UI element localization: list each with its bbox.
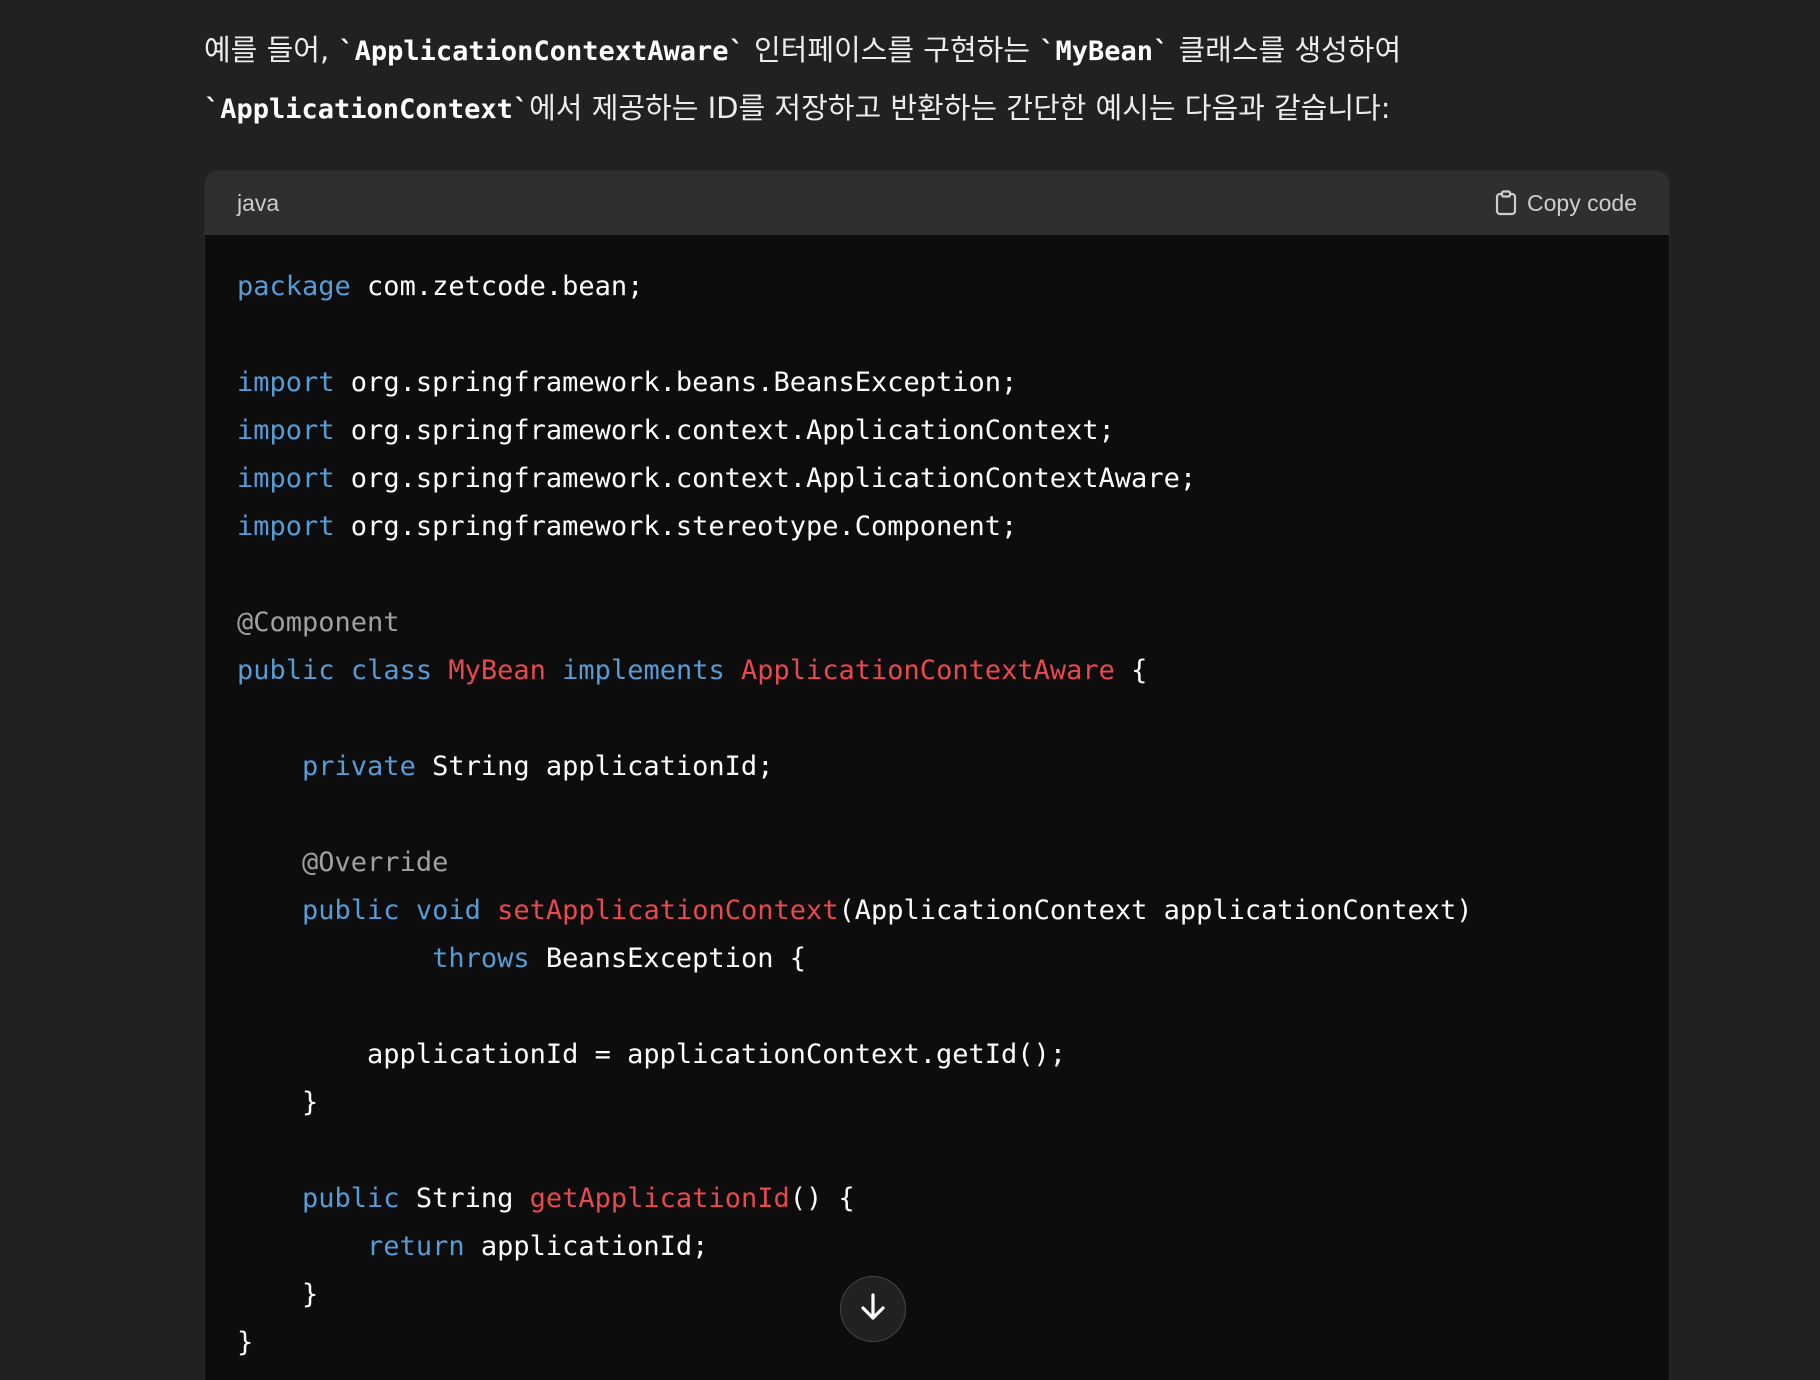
inline-code: `ApplicationContext`: [204, 94, 530, 125]
code-line: applicationId = applicationContext.getId…: [237, 1031, 1637, 1079]
code-identifier: getApplicationId: [529, 1183, 790, 1214]
code-line: return applicationId;: [237, 1223, 1637, 1271]
code-identifier: ApplicationContextAware: [741, 655, 1115, 686]
code-keyword: throws: [432, 943, 530, 974]
code-text: org.springframework.context.ApplicationC…: [334, 463, 1197, 494]
code-text: org.springframework.beans.BeansException…: [334, 367, 1018, 398]
code-line: }: [237, 1271, 1637, 1319]
code-text: }: [237, 1279, 319, 1310]
code-line: throws BeansException {: [237, 935, 1637, 983]
code-keyword: public: [237, 655, 335, 686]
code-keyword: package: [237, 271, 351, 302]
copy-code-button[interactable]: Copy code: [1495, 190, 1637, 217]
code-text: applicationId;: [464, 1231, 709, 1262]
code-block-header: java Copy code: [205, 171, 1669, 235]
code-content: package com.zetcode.bean; import org.spri…: [205, 235, 1669, 1367]
code-block: java Copy code package com.zetcode.bean;…: [204, 170, 1670, 1380]
code-line: }: [237, 1079, 1637, 1127]
scroll-to-bottom-button[interactable]: [840, 1276, 906, 1342]
clipboard-icon: [1495, 190, 1517, 216]
code-keyword: implements: [562, 655, 725, 686]
code-line: @Override: [237, 839, 1637, 887]
message-text: 인터페이스를 구현하는: [744, 33, 1040, 67]
code-keyword: import: [237, 415, 335, 446]
code-text: com.zetcode.bean;: [350, 271, 644, 302]
code-text: String: [399, 1183, 530, 1214]
message-line-2: `ApplicationContext`에서 제공하는 ID를 저장하고 반환하…: [204, 80, 1664, 138]
code-text: applicationId = applicationContext.getId…: [237, 1039, 1067, 1070]
code-keyword: import: [237, 367, 335, 398]
code-keyword: class: [350, 655, 433, 686]
code-identifier: MyBean: [448, 655, 546, 686]
code-line: public void setApplicationContext(Applic…: [237, 887, 1637, 935]
code-line: import org.springframework.beans.BeansEx…: [237, 359, 1637, 407]
code-text: org.springframework.context.ApplicationC…: [334, 415, 1115, 446]
code-line: import org.springframework.context.Appli…: [237, 407, 1637, 455]
message-text: 에서 제공하는 ID를 저장하고 반환하는 간단한 예시는 다음과 같습니다:: [529, 91, 1391, 125]
code-text: (ApplicationContext applicationContext): [838, 895, 1473, 926]
code-text: {: [1114, 655, 1148, 686]
code-annotation: @Component: [237, 607, 400, 638]
code-text: }: [237, 1327, 254, 1358]
inline-code: `ApplicationContextAware`: [338, 36, 745, 67]
message-line-1: 예를 들어, `ApplicationContextAware` 인터페이스를 …: [204, 22, 1664, 80]
arrow-down-icon: [859, 1292, 887, 1327]
code-keyword: void: [415, 895, 481, 926]
code-text: () {: [789, 1183, 855, 1214]
code-text: org.springframework.stereotype.Component…: [334, 511, 1018, 542]
code-line: @Component: [237, 599, 1637, 647]
code-keyword: import: [237, 511, 335, 542]
code-line: package com.zetcode.bean;: [237, 263, 1637, 311]
code-line: }: [237, 1319, 1637, 1367]
code-annotation: @Override: [302, 847, 449, 878]
code-keyword: import: [237, 463, 335, 494]
assistant-message: 예를 들어, `ApplicationContextAware` 인터페이스를 …: [204, 22, 1664, 138]
code-keyword: private: [302, 751, 416, 782]
message-text: 예를 들어,: [204, 33, 339, 67]
code-line: public String getApplicationId() {: [237, 1175, 1637, 1223]
code-keyword: return: [367, 1231, 465, 1262]
message-text: 클래스를 생성하여: [1169, 33, 1402, 67]
code-line: public class MyBean implements Applicati…: [237, 647, 1637, 695]
copy-code-label: Copy code: [1527, 189, 1637, 216]
inline-code: `MyBean`: [1039, 36, 1170, 67]
code-identifier: setApplicationContext: [497, 895, 839, 926]
code-text: BeansException {: [529, 943, 806, 974]
code-text: }: [237, 1087, 319, 1118]
code-line: import org.springframework.context.Appli…: [237, 455, 1637, 503]
code-language-label: java: [237, 189, 280, 216]
code-line: import org.springframework.stereotype.Co…: [237, 503, 1637, 551]
code-line: private String applicationId;: [237, 743, 1637, 791]
code-keyword: public: [302, 1183, 400, 1214]
code-keyword: public: [302, 895, 400, 926]
code-text: String applicationId;: [415, 751, 774, 782]
